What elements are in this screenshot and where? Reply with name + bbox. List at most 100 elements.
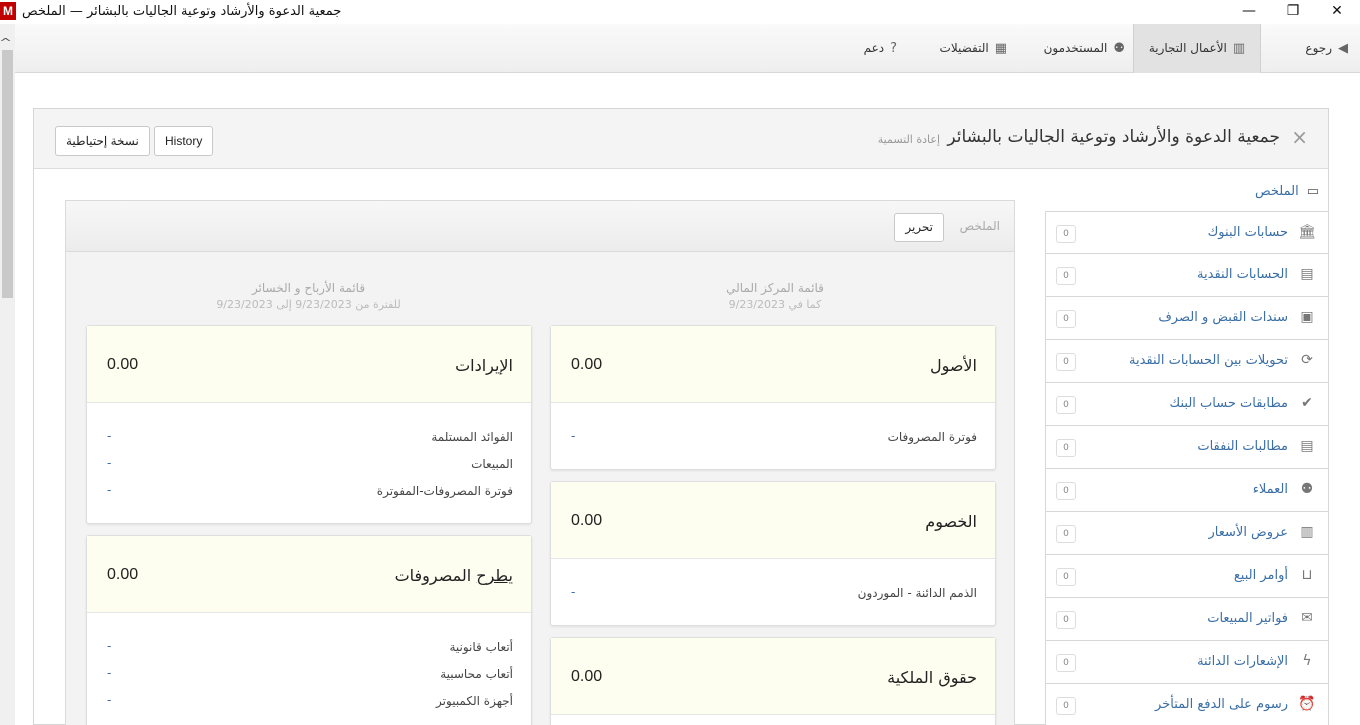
sidebar-item-label: الحسابات النقدية bbox=[1197, 267, 1288, 282]
balance-sheet-title[interactable]: قائمة المركز المالي bbox=[550, 281, 1000, 295]
row-value[interactable]: - bbox=[107, 693, 111, 707]
row-value[interactable]: - bbox=[107, 483, 111, 497]
expenses-title: يطرح المصروفات bbox=[395, 566, 513, 585]
sidebar-item-label: مطابقات حساب البنك bbox=[1169, 396, 1288, 411]
table-row[interactable]: فوترة المصروفات-المفوترة - bbox=[87, 477, 531, 504]
expenses-title-prefix: يطرح bbox=[476, 566, 513, 585]
sidebar-item[interactable]: ϟ الإشعارات الدائنة 0 bbox=[1045, 641, 1329, 684]
sidebar-item[interactable]: ▣ سندات القبض و الصرف 0 bbox=[1045, 297, 1329, 340]
monitor-icon: ▭ bbox=[1306, 184, 1319, 199]
top-nav: ◀ رجوع ▥ الأعمال التجارية ⚉ المستخدمون ▦ الت… bbox=[15, 24, 1360, 73]
sidebar-item[interactable]: ⏰ رسوم على الدفع المتأخر 0 bbox=[1045, 684, 1329, 725]
back-button[interactable]: ◀ رجوع bbox=[1278, 24, 1348, 73]
window-title: جمعية الدعوة والأرشاد وتوعية الجاليات با… bbox=[22, 4, 342, 19]
customers-icon: ⚉ bbox=[1300, 481, 1314, 497]
table-row[interactable]: الفوائد المستلمة - bbox=[87, 423, 531, 450]
row-label[interactable]: فوترة المصروفات-المفوترة bbox=[377, 484, 513, 498]
alarm-icon: ⏰ bbox=[1298, 696, 1316, 712]
count-badge: 0 bbox=[1056, 654, 1076, 672]
scrollbar-thumb[interactable] bbox=[2, 50, 13, 298]
assets-title: الأصول bbox=[929, 356, 977, 375]
close-window-button[interactable]: ✕ bbox=[1314, 0, 1360, 24]
pnl-heading: قائمة الأرباح و الخسائر للفترة من 9/23/2… bbox=[86, 281, 531, 311]
table-row[interactable]: أتعاب قانونية - bbox=[87, 633, 531, 660]
minimize-button[interactable]: — bbox=[1226, 0, 1272, 24]
table-row[interactable]: فوترة المصروفات - bbox=[551, 423, 995, 450]
vertical-scrollbar[interactable]: ^ v bbox=[0, 24, 15, 725]
row-label[interactable]: الفوائد المستلمة bbox=[431, 430, 513, 444]
row-label[interactable]: أتعاب محاسبية bbox=[440, 667, 513, 681]
row-value[interactable]: - bbox=[571, 585, 575, 599]
edit-button[interactable]: تحرير bbox=[894, 213, 944, 242]
sidebar-item-label: عروض الأسعار bbox=[1208, 525, 1289, 540]
pnl-title[interactable]: قائمة الأرباح و الخسائر bbox=[86, 281, 531, 295]
row-label[interactable]: الذمم الدائنة - الموردون bbox=[858, 586, 977, 600]
sidebar-item[interactable]: 🏛 حسابات البنوك 0 bbox=[1045, 211, 1329, 254]
tab-preferences-label: التفضيلات bbox=[939, 41, 989, 55]
table-row[interactable]: أجهزة الكمبيوتر - bbox=[87, 687, 531, 714]
row-value[interactable]: - bbox=[107, 429, 111, 443]
row-label[interactable]: أتعاب قانونية bbox=[449, 640, 513, 654]
equity-title: حقوق الملكية bbox=[887, 668, 977, 687]
building-icon: ▥ bbox=[1232, 41, 1246, 56]
sidebar-item[interactable]: ⚉ العملاء 0 bbox=[1045, 469, 1329, 512]
row-value[interactable]: - bbox=[107, 666, 111, 680]
liabilities-card-header: الخصوم 0.00 bbox=[551, 482, 995, 559]
page-header: × جمعية الدعوة والأرشاد وتوعية الجاليات … bbox=[34, 109, 1328, 169]
close-business-icon[interactable]: × bbox=[1291, 125, 1308, 149]
row-label[interactable]: فوترة المصروفات bbox=[888, 430, 977, 444]
sidebar-item-label: تحويلات بين الحسابات النقدية bbox=[1129, 353, 1288, 368]
expenses-card-header: يطرح المصروفات 0.00 bbox=[87, 536, 531, 613]
voucher-icon: ▣ bbox=[1300, 309, 1314, 325]
tab-support[interactable]: ? دعم bbox=[837, 24, 897, 73]
sidebar-item[interactable]: ▤ الحسابات النقدية 0 bbox=[1045, 254, 1329, 297]
sidebar-item-label: رسوم على الدفع المتأخر bbox=[1155, 697, 1288, 712]
check-icon: ✔ bbox=[1301, 395, 1313, 411]
row-value[interactable]: - bbox=[571, 429, 575, 443]
sidebar-item-label: سندات القبض و الصرف bbox=[1158, 310, 1288, 325]
sidebar-summary-label: الملخص bbox=[1254, 184, 1299, 199]
sidebar-item[interactable]: ⊔ أوامر البيع 0 bbox=[1045, 555, 1329, 598]
rename-link[interactable]: إعادة التسمية bbox=[878, 133, 940, 146]
table-row[interactable]: أتعاب محاسبية - bbox=[87, 660, 531, 687]
income-card: الإيرادات 0.00 الفوائد المستلمة - المبيع… bbox=[86, 325, 532, 524]
count-badge: 0 bbox=[1056, 353, 1076, 371]
scroll-up-icon[interactable]: ^ bbox=[0, 36, 12, 49]
sidebar-item-label: العملاء bbox=[1252, 482, 1288, 497]
tab-preferences[interactable]: ▦ التفضيلات bbox=[917, 24, 1007, 73]
table-row[interactable]: الذمم الدائنة - الموردون - bbox=[551, 579, 995, 606]
summary-content: الملخص تحرير قائمة المركز المالي كما في … bbox=[65, 200, 1015, 725]
sidebar-list: 🏛 حسابات البنوك 0 ▤ الحسابات النقدية 0 ▣ سندات … bbox=[1045, 211, 1329, 725]
sidebar-item[interactable]: ▥ عروض الأسعار 0 bbox=[1045, 512, 1329, 555]
table-row[interactable]: المبيعات - bbox=[87, 450, 531, 477]
sidebar-item[interactable]: ✔ مطابقات حساب البنك 0 bbox=[1045, 383, 1329, 426]
preferences-icon: ▦ bbox=[994, 41, 1007, 56]
tab-business[interactable]: ▥ الأعمال التجارية bbox=[1133, 24, 1261, 73]
count-badge: 0 bbox=[1056, 267, 1076, 285]
assets-value: 0.00 bbox=[571, 356, 603, 373]
equity-card-header: حقوق الملكية 0.00 bbox=[551, 638, 995, 715]
liabilities-title: الخصوم bbox=[925, 512, 977, 531]
row-value[interactable]: - bbox=[107, 456, 111, 470]
equity-value: 0.00 bbox=[571, 668, 603, 685]
sidebar-item[interactable]: ⟳ تحويلات بين الحسابات النقدية 0 bbox=[1045, 340, 1329, 383]
backup-button[interactable]: نسخة إحتياطية bbox=[55, 126, 150, 156]
history-button[interactable]: History bbox=[154, 126, 214, 156]
count-badge: 0 bbox=[1056, 225, 1076, 243]
sidebar-item[interactable]: ▤ مطالبات النفقات 0 bbox=[1045, 426, 1329, 469]
sidebar-item-label: فواتير المبيعات bbox=[1207, 611, 1288, 626]
row-label[interactable]: أجهزة الكمبيوتر bbox=[436, 694, 513, 708]
sidebar-item[interactable]: ✉ فواتير المبيعات 0 bbox=[1045, 598, 1329, 641]
assets-card: الأصول 0.00 فوترة المصروفات - bbox=[550, 325, 996, 470]
row-value[interactable]: - bbox=[107, 639, 111, 653]
restore-button[interactable]: ❐ bbox=[1270, 0, 1316, 24]
row-label[interactable]: المبيعات bbox=[471, 457, 513, 471]
help-icon: ? bbox=[890, 41, 897, 56]
balance-sheet-subtitle: كما في 9/23/2023 bbox=[728, 298, 822, 311]
income-card-header: الإيرادات 0.00 bbox=[87, 326, 531, 403]
tab-users[interactable]: ⚉ المستخدمون bbox=[1025, 24, 1125, 73]
pnl-subtitle: للفترة من 9/23/2023 إلى 9/23/2023 bbox=[216, 298, 401, 311]
count-badge: 0 bbox=[1056, 439, 1076, 457]
count-badge: 0 bbox=[1056, 697, 1076, 715]
sidebar-item-summary[interactable]: ▭ الملخص bbox=[1045, 171, 1329, 213]
